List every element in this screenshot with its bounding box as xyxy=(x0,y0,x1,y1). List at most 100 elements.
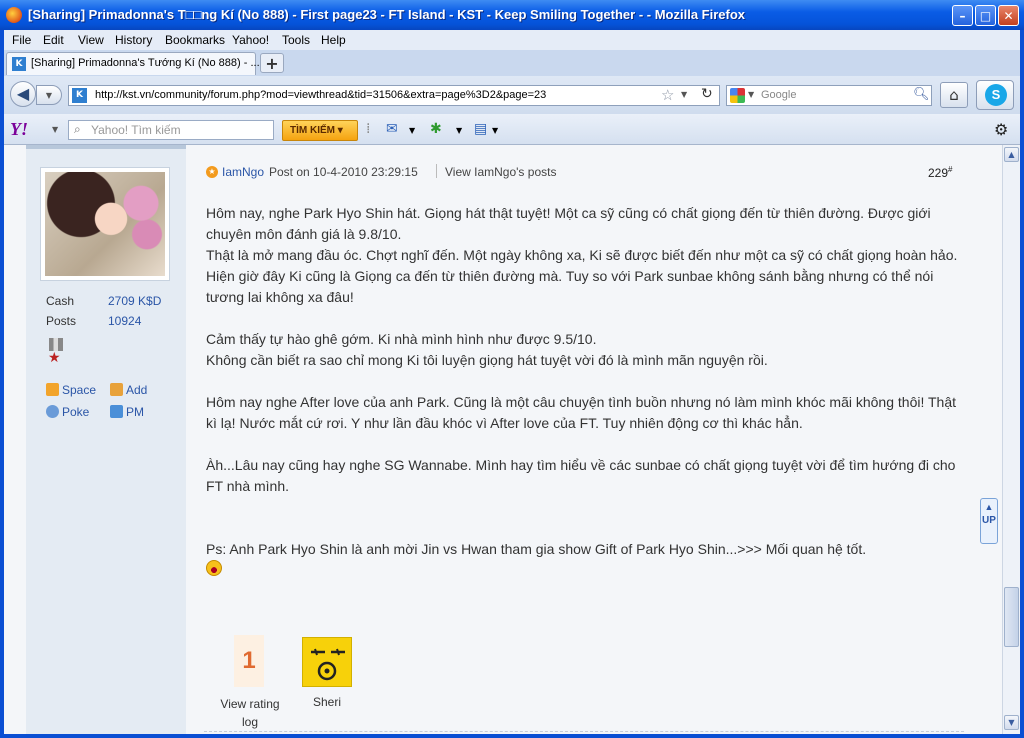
minimize-button[interactable]: – xyxy=(952,5,973,26)
scrollbar-thumb[interactable] xyxy=(1004,587,1019,647)
floor-mark: # xyxy=(948,165,953,174)
poke-icon xyxy=(46,405,59,418)
online-status-icon: ★ xyxy=(206,166,218,178)
navigation-bar: ◀ ▼ K http://kst.vn/community/forum.php?… xyxy=(4,76,1020,114)
tab-strip: K [Sharing] Primadonna's Tướng Kí (No 88… xyxy=(4,50,1020,77)
search-engine-dropdown-icon[interactable]: ▼ xyxy=(748,90,754,99)
space-label: Space xyxy=(62,383,97,397)
post-paragraph: Thật là mở mang đầu óc. Chợt nghĩ đến. M… xyxy=(206,247,958,305)
url-bar[interactable]: K http://kst.vn/community/forum.php?mod=… xyxy=(68,85,720,106)
menu-edit[interactable]: Edit xyxy=(43,33,64,47)
pm-link[interactable]: PM xyxy=(110,405,144,419)
view-author-posts-link[interactable]: View IamNgo's posts xyxy=(445,165,556,179)
answers-dropdown-icon[interactable]: ▼ xyxy=(456,126,462,135)
vertical-scrollbar[interactable]: ▲ ▼ xyxy=(1002,145,1020,734)
post-header: ★ IamNgo Post on 10-4-2010 23:29:15 View… xyxy=(204,163,964,180)
maximize-button[interactable]: □ xyxy=(975,5,996,26)
yahoo-logo[interactable]: Y! xyxy=(10,119,28,140)
author-sidebar: Cash 2709 K$D Posts 10924 ★ Space Add Po… xyxy=(26,145,186,734)
sheri-label: Sheri xyxy=(312,695,341,709)
post-paragraph: Không cần biết ra sao chỉ mong Ki tôi lu… xyxy=(206,352,768,368)
view-rating-log-link[interactable]: View rating log xyxy=(214,695,286,731)
poke-link[interactable]: Poke xyxy=(46,405,89,419)
tab-current[interactable]: K [Sharing] Primadonna's Tướng Kí (No 88… xyxy=(6,52,260,75)
menu-yahoo[interactable]: Yahoo! xyxy=(232,33,269,47)
add-label: Add xyxy=(126,383,148,397)
search-input[interactable]: Google xyxy=(761,89,796,101)
menu-bar: File Edit View History Bookmarks Yahoo! … xyxy=(4,30,1020,50)
home-icon xyxy=(46,383,59,396)
mail-icon xyxy=(110,405,123,418)
firefox-window: [Sharing] Primadonna's T□□ng Kí (No 888)… xyxy=(0,0,1024,738)
rating-count[interactable]: 1 xyxy=(234,635,264,687)
firefox-icon xyxy=(6,7,22,23)
sidebar-top-border xyxy=(26,145,186,149)
post-divider xyxy=(204,731,964,733)
header-divider xyxy=(436,164,437,178)
skype-icon: S xyxy=(985,84,1007,106)
post-paragraph: Hôm nay nghe After love của anh Park. Cũ… xyxy=(206,394,957,431)
cash-value: 2709 K$D xyxy=(108,294,162,308)
skype-button[interactable]: S xyxy=(976,80,1014,110)
home-icon[interactable]: ⌂ xyxy=(940,82,968,108)
menu-view[interactable]: View xyxy=(78,33,104,47)
up-arrow-icon: ▲ xyxy=(984,502,994,512)
gear-icon[interactable]: ⚙ xyxy=(994,120,1008,139)
floor-number: 229 xyxy=(928,166,949,180)
poke-label: Poke xyxy=(62,405,90,419)
bookmarks-icon[interactable]: ▤ xyxy=(474,121,487,137)
yahoo-search-input[interactable]: ⌕ Yahoo! Tìm kiếm xyxy=(68,120,274,140)
page-content: Cash 2709 K$D Posts 10924 ★ Space Add Po… xyxy=(4,145,1002,734)
posts-label: Posts xyxy=(46,314,77,328)
bookmarks-dropdown-icon[interactable]: ▼ xyxy=(492,126,498,135)
sheri-badge-icon[interactable] xyxy=(302,637,352,687)
menu-tools[interactable]: Tools xyxy=(282,33,310,47)
close-button[interactable]: ✕ xyxy=(998,5,1019,26)
back-to-top-button[interactable]: ▲ UP xyxy=(980,498,998,544)
bookmark-star-icon[interactable]: ☆ xyxy=(661,86,674,104)
yahoo-search-placeholder: Yahoo! Tìm kiếm xyxy=(91,123,181,137)
yahoo-dropdown-icon[interactable]: ▼ xyxy=(52,125,58,134)
post-floor-number[interactable]: 229# xyxy=(928,165,952,180)
avatar-image xyxy=(45,172,165,276)
site-favicon-icon: K xyxy=(12,57,26,71)
menu-file[interactable]: File xyxy=(12,33,31,47)
menu-history[interactable]: History xyxy=(115,33,152,47)
menu-bookmarks[interactable]: Bookmarks xyxy=(165,33,225,47)
toolbar-separator-icon: ⁞ xyxy=(366,121,371,137)
google-icon[interactable] xyxy=(730,88,745,103)
space-link[interactable]: Space xyxy=(46,383,96,397)
search-icon[interactable]: 🔍︎ xyxy=(913,87,930,102)
menu-help[interactable]: Help xyxy=(321,33,346,47)
mail-dropdown-icon[interactable]: ▼ xyxy=(409,126,415,135)
url-history-dropdown-icon[interactable]: ▼ xyxy=(681,90,687,99)
scroll-up-arrow-icon[interactable]: ▲ xyxy=(1004,147,1019,162)
post-paragraph: Ps: Anh Park Hyo Shin là anh mời Jin vs … xyxy=(206,541,867,557)
yahoo-search-button[interactable]: TÌM KIẾM ▾ xyxy=(282,120,358,141)
post-paragraph: Àh...Lâu nay cũng hay nghe SG Wannabe. M… xyxy=(206,457,956,494)
author-link[interactable]: IamNgo xyxy=(222,165,264,179)
avatar[interactable] xyxy=(40,167,170,281)
reload-icon[interactable]: ↻ xyxy=(701,86,713,102)
title-bar[interactable]: [Sharing] Primadonna's T□□ng Kí (No 888)… xyxy=(0,0,1024,30)
scroll-down-arrow-icon[interactable]: ▼ xyxy=(1004,715,1019,730)
posts-value[interactable]: 10924 xyxy=(108,314,141,328)
mail-icon[interactable]: ✉ xyxy=(386,121,398,137)
url-text[interactable]: http://kst.vn/community/forum.php?mod=vi… xyxy=(95,89,546,101)
search-bar[interactable]: ▼ Google 🔍︎ xyxy=(726,85,932,106)
answers-icon[interactable]: ✱ xyxy=(430,121,442,137)
post-body: Hôm nay, nghe Park Hyo Shin hát. Giọng h… xyxy=(206,203,962,582)
browser-client: File Edit View History Bookmarks Yahoo! … xyxy=(4,30,1020,734)
site-favicon-icon: K xyxy=(72,88,87,103)
forward-dropdown-icon[interactable]: ▼ xyxy=(36,85,62,105)
post-date: Post on 10-4-2010 23:29:15 xyxy=(269,165,418,179)
back-arrow-icon[interactable]: ◀ xyxy=(10,81,36,107)
forum-post: ★ IamNgo Post on 10-4-2010 23:29:15 View… xyxy=(204,145,964,734)
new-tab-button[interactable]: + xyxy=(260,53,284,73)
tab-label: [Sharing] Primadonna's Tướng Kí (No 888)… xyxy=(31,57,260,69)
add-friend-link[interactable]: Add xyxy=(110,383,147,397)
